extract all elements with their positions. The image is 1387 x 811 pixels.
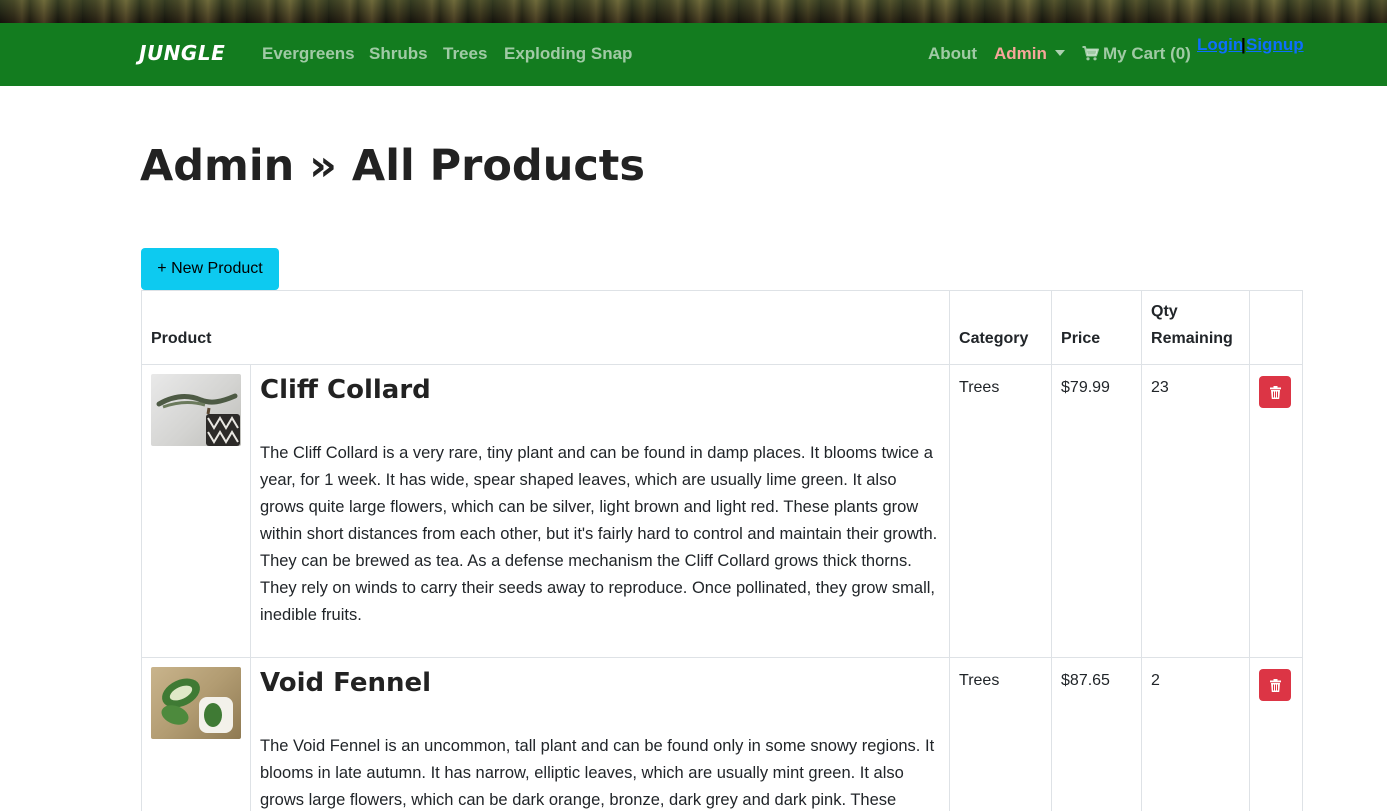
signup-link[interactable]: Signup — [1246, 35, 1304, 55]
nav-link-about[interactable]: About — [928, 44, 977, 64]
login-link[interactable]: Login — [1197, 35, 1243, 55]
product-name: Void Fennel — [260, 668, 432, 698]
page-title: Admin » All Products — [140, 141, 645, 191]
product-thumbnail — [151, 374, 241, 446]
header-price: Price — [1051, 290, 1143, 365]
nav-link-shrubs[interactable]: Shrubs — [369, 44, 428, 64]
admin-label: Admin — [994, 44, 1047, 63]
new-product-button[interactable]: + New Product — [141, 248, 279, 290]
header-qty-remaining: Qty Remaining — [1141, 290, 1251, 365]
product-info-cell: Cliff Collard The Cliff Collard is a ver… — [249, 364, 951, 658]
delete-button[interactable] — [1259, 376, 1292, 408]
brand-logo[interactable]: JUNGLE — [139, 41, 225, 65]
product-category: Trees — [949, 657, 1053, 811]
nav-link-trees[interactable]: Trees — [443, 44, 487, 64]
product-description: The Cliff Collard is a very rare, tiny p… — [260, 444, 938, 624]
product-qty: 23 — [1141, 364, 1251, 658]
shopping-cart-icon — [1082, 46, 1099, 66]
header-actions — [1249, 290, 1304, 365]
product-price: $87.65 — [1051, 657, 1143, 811]
product-thumbnail — [151, 667, 241, 739]
product-description: The Void Fennel is an uncommon, tall pla… — [260, 737, 935, 809]
product-image-cell — [141, 364, 251, 658]
actions-cell — [1249, 364, 1304, 658]
header-product: Product — [140, 290, 951, 365]
trash-icon — [1269, 385, 1281, 399]
table-row: Cliff Collard The Cliff Collard is a ver… — [141, 364, 1304, 658]
cart-label: My Cart (0) — [1103, 44, 1191, 63]
navbar: JUNGLE Evergreens Shrubs Trees Exploding… — [0, 23, 1387, 86]
products-table: Product Category Price Qty Remaining Cli… — [140, 290, 1304, 811]
cart-link[interactable]: My Cart (0) — [1082, 44, 1191, 66]
nav-link-exploding-snap[interactable]: Exploding Snap — [504, 44, 632, 64]
header-category: Category — [949, 290, 1053, 365]
delete-button[interactable] — [1259, 669, 1292, 701]
actions-cell — [1249, 657, 1304, 811]
table-row: Void Fennel The Void Fennel is an uncomm… — [141, 657, 1304, 811]
product-name: Cliff Collard — [260, 375, 431, 405]
header-banner-image — [0, 0, 1387, 23]
product-qty: 2 — [1141, 657, 1251, 811]
product-price: $79.99 — [1051, 364, 1143, 658]
product-category: Trees — [949, 364, 1053, 658]
header-qty-line2: Remaining — [1151, 330, 1233, 347]
caret-down-icon — [1054, 50, 1065, 56]
nav-link-evergreens[interactable]: Evergreens — [262, 44, 355, 64]
trash-icon — [1269, 678, 1281, 692]
product-image-cell — [141, 657, 251, 811]
table-header-row: Product Category Price Qty Remaining — [140, 290, 1304, 365]
header-qty-line1: Qty — [1151, 303, 1178, 320]
admin-dropdown[interactable]: Admin — [994, 44, 1065, 64]
product-info-cell: Void Fennel The Void Fennel is an uncomm… — [249, 657, 951, 811]
